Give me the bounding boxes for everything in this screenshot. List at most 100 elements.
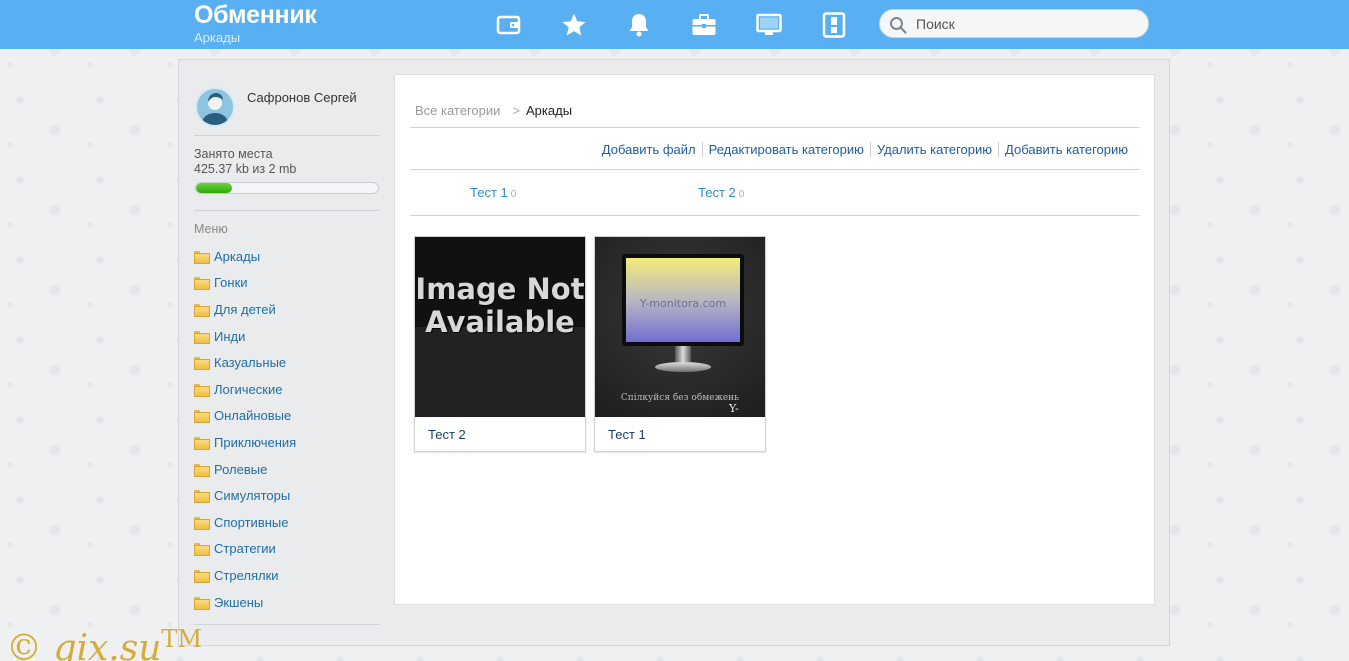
breadcrumb-separator: > xyxy=(512,103,521,118)
subcategory-count: 0 xyxy=(738,189,745,200)
folder-icon xyxy=(194,303,210,317)
category-actions: Добавить файл Редактировать категорию Уд… xyxy=(596,142,1134,157)
image-not-available-text: Image Not Available xyxy=(415,272,585,339)
menu-item-racing[interactable]: Гонки xyxy=(194,270,296,297)
folder-icon xyxy=(194,516,210,530)
menu-item-label: Экшены xyxy=(214,594,264,610)
menu-item-action[interactable]: Экшены xyxy=(194,589,296,616)
menu-item-label: Для детей xyxy=(214,301,276,317)
divider xyxy=(194,624,379,625)
add-file-link[interactable]: Добавить файл xyxy=(596,142,702,157)
folder-icon xyxy=(194,490,210,504)
quota-value: 425.37 kb из 2 mb xyxy=(194,162,297,176)
menu-item-label: Аркады xyxy=(214,248,261,264)
file-card[interactable]: Y-monitora.com Спілкуйся без обмежень Y-… xyxy=(594,236,766,452)
monitor-site-text: Y-monitora.com xyxy=(639,297,727,310)
monitor-base xyxy=(655,362,711,372)
folder-icon xyxy=(194,596,210,610)
folder-icon xyxy=(194,357,210,371)
divider xyxy=(410,169,1140,170)
breadcrumb-all-categories[interactable]: Все категории xyxy=(415,103,500,118)
menu-item-label: Ролевые xyxy=(214,461,268,477)
menu-item-logic[interactable]: Логические xyxy=(194,376,296,403)
subcategory-link[interactable]: Тест 20 xyxy=(698,185,744,200)
folder-icon xyxy=(194,436,210,450)
menu-item-simulators[interactable]: Симуляторы xyxy=(194,482,296,509)
subcategory-name: Тест 1 xyxy=(470,185,508,200)
menu-item-sports[interactable]: Спортивные xyxy=(194,509,296,536)
quota-progress-bar xyxy=(195,182,379,194)
folder-icon xyxy=(194,410,210,424)
subcategory-link[interactable]: Тест 10 xyxy=(470,185,516,200)
file-title[interactable]: Тест 1 xyxy=(608,427,646,442)
menu-item-label: Казуальные xyxy=(214,355,287,371)
briefcase-icon[interactable] xyxy=(691,12,717,38)
watermark-text: © gix.su xyxy=(6,628,162,661)
category-menu: Аркады Гонки Для детей Инди Казуальные Л… xyxy=(194,243,296,615)
menu-item-indie[interactable]: Инди xyxy=(194,323,296,350)
folder-icon xyxy=(194,250,210,264)
top-bar: Обменник Аркады xyxy=(0,0,1349,49)
menu-item-strategy[interactable]: Стратегии xyxy=(194,536,296,563)
divider xyxy=(194,210,379,211)
menu-item-label: Инди xyxy=(214,328,246,344)
menu-item-label: Спортивные xyxy=(214,514,289,530)
wallet-icon[interactable] xyxy=(496,12,522,38)
file-card[interactable]: Image Not Available Тест 2 xyxy=(414,236,586,452)
folder-icon xyxy=(194,543,210,557)
monitor-stand xyxy=(675,346,691,362)
divider xyxy=(410,127,1140,128)
divider xyxy=(194,135,379,136)
avatar[interactable] xyxy=(195,87,235,127)
phone-switch-icon[interactable] xyxy=(821,12,847,38)
edit-category-link[interactable]: Редактировать категорию xyxy=(701,142,870,157)
site-title[interactable]: Обменник xyxy=(194,1,317,30)
quota-label: Занято места xyxy=(194,147,273,161)
menu-item-shooters[interactable]: Стрелялки xyxy=(194,562,296,589)
monitor-screen-image: Y-monitora.com xyxy=(622,254,744,346)
folder-icon xyxy=(194,463,210,477)
star-icon[interactable] xyxy=(561,12,587,38)
menu-item-arcades[interactable]: Аркады xyxy=(194,243,296,270)
menu-item-label: Приключения xyxy=(214,434,297,450)
watermark: © gix.suTM xyxy=(6,618,202,661)
menu-item-casual[interactable]: Казуальные xyxy=(194,349,296,376)
menu-item-rpg[interactable]: Ролевые xyxy=(194,456,296,483)
folder-icon xyxy=(194,277,210,291)
menu-item-label: Логические xyxy=(214,381,283,397)
monitor-display: Y-monitora.com xyxy=(626,258,740,342)
divider xyxy=(410,215,1140,216)
subcategory-name: Тест 2 xyxy=(698,185,736,200)
content-panel: Все категории > Аркады Добавить файл Редак… xyxy=(394,74,1155,605)
menu-item-adventure[interactable]: Приключения xyxy=(194,429,296,456)
monitor-icon[interactable] xyxy=(756,12,782,38)
breadcrumb: Все категории > Аркады xyxy=(415,103,572,118)
add-category-link[interactable]: Добавить категорию xyxy=(998,142,1134,157)
breadcrumb-current: Аркады xyxy=(526,103,573,118)
folder-icon xyxy=(194,383,210,397)
delete-category-link[interactable]: Удалить категорию xyxy=(869,142,998,157)
menu-item-label: Онлайновые xyxy=(214,408,292,424)
quota-progress-fill xyxy=(196,183,233,193)
user-name[interactable]: Сафронов Сергей xyxy=(247,90,367,105)
search-icon xyxy=(889,16,907,39)
search-box[interactable] xyxy=(879,9,1149,38)
menu-item-online[interactable]: Онлайновые xyxy=(194,403,296,430)
folder-icon xyxy=(194,330,210,344)
menu-title: Меню xyxy=(194,222,228,236)
menu-item-label: Симуляторы xyxy=(214,488,291,504)
bell-icon[interactable] xyxy=(626,12,652,38)
subcategory-count: 0 xyxy=(510,189,517,200)
search-input[interactable] xyxy=(916,15,1136,33)
menu-item-label: Стратегии xyxy=(214,541,276,557)
file-title[interactable]: Тест 2 xyxy=(428,427,466,442)
watermark-trademark: TM xyxy=(161,625,203,653)
site-subtitle: Аркады xyxy=(194,30,241,45)
menu-item-kids[interactable]: Для детей xyxy=(194,296,296,323)
thumbnail-brand: Y-monito xyxy=(729,402,765,417)
menu-item-label: Стрелялки xyxy=(214,567,279,583)
file-thumbnail: Image Not Available xyxy=(415,237,585,417)
folder-icon xyxy=(194,569,210,583)
file-thumbnail: Y-monitora.com Спілкуйся без обмежень Y-… xyxy=(595,237,765,417)
menu-item-label: Гонки xyxy=(214,275,248,291)
